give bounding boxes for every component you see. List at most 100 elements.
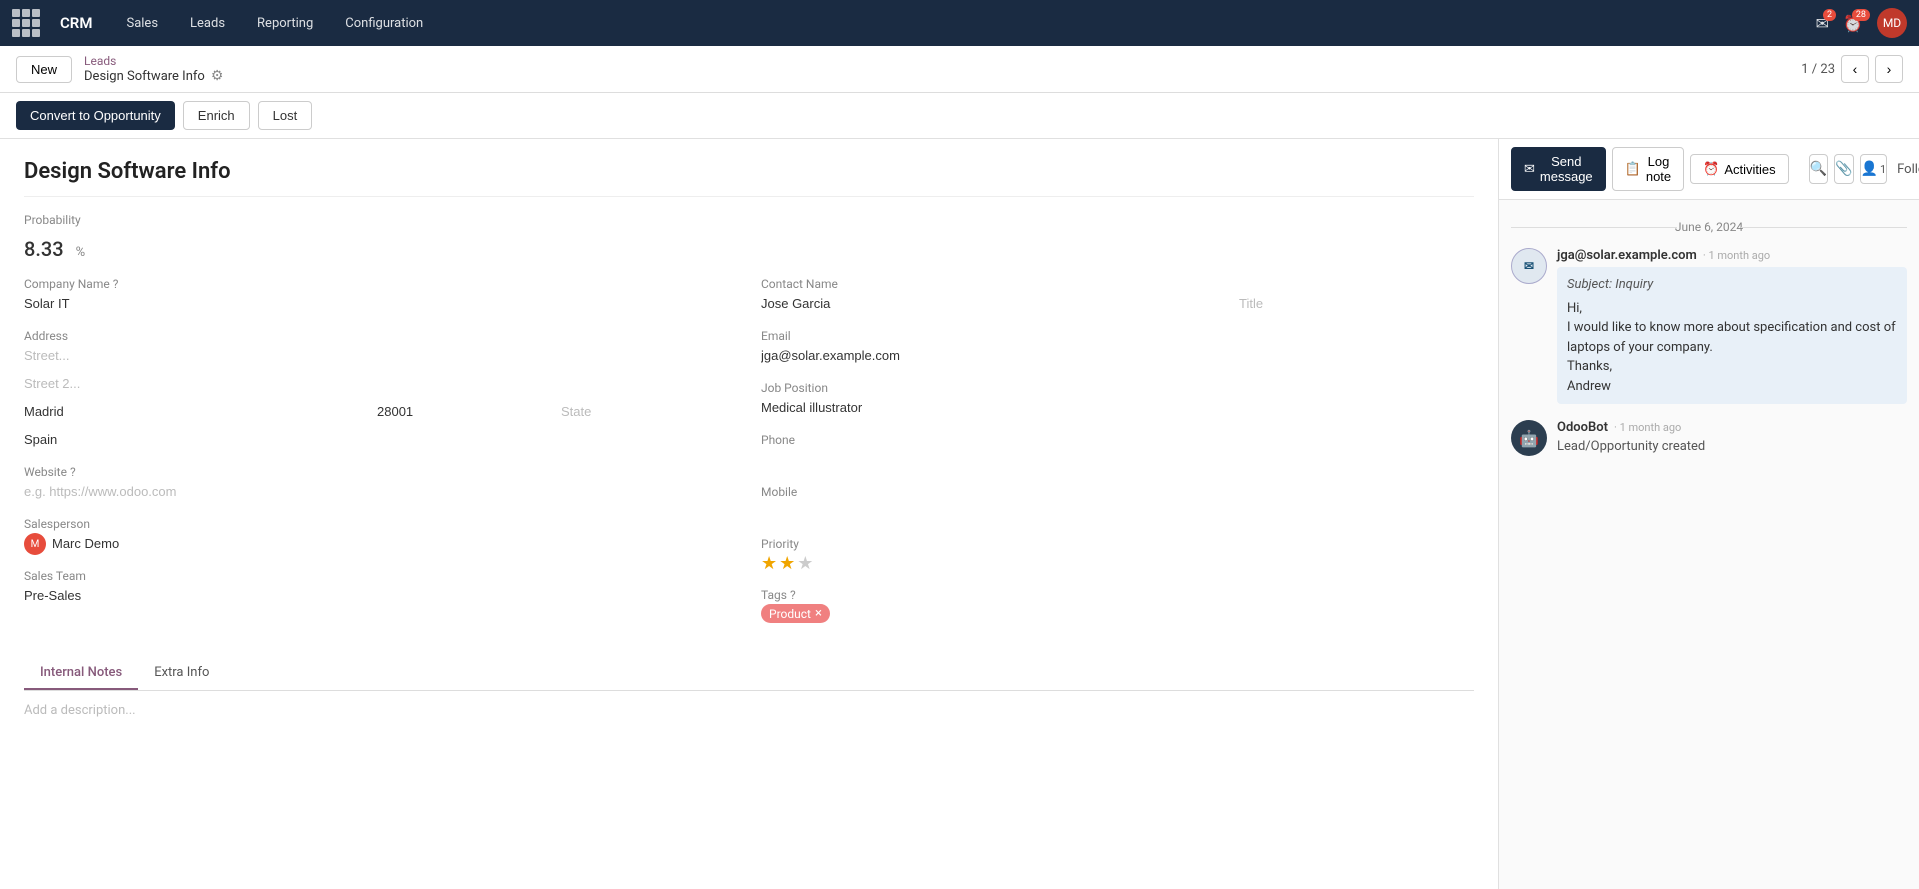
tags-label: Tags ? (761, 588, 1474, 602)
salesperson-input[interactable] (52, 533, 228, 555)
email-input[interactable] (761, 345, 1474, 367)
state-input[interactable] (561, 401, 737, 423)
address-group: Address (24, 329, 737, 451)
follow-button[interactable]: Follow (1897, 162, 1919, 177)
followers-count: 1 (1880, 163, 1886, 176)
contact-name-group: Contact Name (761, 277, 1474, 315)
tab-internal-notes[interactable]: Internal Notes (24, 657, 138, 690)
phone-input[interactable] (761, 449, 1474, 471)
mobile-label: Mobile (761, 485, 1474, 499)
enrich-button[interactable]: Enrich (183, 101, 250, 130)
breadcrumb-parent[interactable]: Leads (84, 54, 223, 68)
street-input[interactable] (24, 345, 737, 367)
message-bot-sender: OdooBot (1557, 420, 1608, 435)
city-input[interactable] (24, 401, 369, 423)
sales-team-input[interactable] (24, 585, 737, 607)
tags-group: Tags ? Product × (761, 588, 1474, 623)
probability-value[interactable]: 8.33 (24, 237, 64, 261)
pagination-text: 1 / 23 (1801, 62, 1835, 77)
followers-button[interactable]: 👤 1 (1860, 154, 1888, 184)
website-group: Website ? (24, 465, 737, 503)
nav-item-sales[interactable]: Sales (120, 12, 164, 35)
user-avatar[interactable]: MD (1877, 8, 1907, 38)
pagination: 1 / 23 ‹ › (1801, 55, 1903, 83)
pagination-next-button[interactable]: › (1875, 55, 1903, 83)
send-message-label: Send message (1540, 154, 1593, 184)
chat-icon-btn[interactable]: ✉ 2 (1816, 14, 1829, 33)
company-name-input[interactable] (24, 293, 737, 315)
star-3[interactable]: ★ (797, 553, 813, 574)
website-label: Website ? (24, 465, 737, 479)
date-separator: June 6, 2024 (1511, 220, 1907, 234)
convert-to-opportunity-button[interactable]: Convert to Opportunity (16, 101, 175, 130)
chat-badge: 2 (1823, 9, 1836, 21)
message-email-time: · 1 month ago (1703, 249, 1770, 262)
address-fields (24, 345, 737, 451)
nav-item-configuration[interactable]: Configuration (339, 12, 429, 35)
probability-unit: % (76, 245, 86, 260)
zip-input[interactable] (377, 401, 553, 423)
contact-name-label: Contact Name (761, 277, 1474, 291)
priority-group: Priority ★ ★ ★ (761, 537, 1474, 574)
chatter-panel: ✉ Send message 📋 Log note ⏰ Activities 🔍… (1499, 139, 1919, 889)
attachment-button[interactable]: 📎 (1834, 154, 1853, 184)
website-input[interactable] (24, 481, 737, 503)
record-title[interactable]: Design Software Info (24, 159, 1474, 197)
activity-badge: 28 (1852, 9, 1870, 21)
apps-menu-icon[interactable] (12, 9, 40, 37)
sales-team-group: Sales Team (24, 569, 737, 607)
message-bot-text: Lead/Opportunity created (1557, 439, 1907, 454)
job-position-label: Job Position (761, 381, 1474, 395)
message-item-bot: 🤖 OdooBot · 1 month ago Lead/Opportunity… (1511, 420, 1907, 456)
mobile-input[interactable] (761, 501, 1474, 523)
lost-button[interactable]: Lost (258, 101, 313, 130)
chatter-actions: ✉ Send message 📋 Log note ⏰ Activities 🔍… (1499, 139, 1919, 200)
settings-gear-icon[interactable]: ⚙ (211, 68, 224, 84)
phone-label: Phone (761, 433, 1474, 447)
new-button[interactable]: New (16, 56, 72, 83)
address-label: Address (24, 329, 737, 343)
nav-icons: ✉ 2 ⏰ 28 MD (1816, 8, 1907, 38)
country-input[interactable] (24, 429, 737, 451)
job-position-input[interactable] (761, 397, 1474, 419)
email-label: Email (761, 329, 1474, 343)
pagination-prev-button[interactable]: ‹ (1841, 55, 1869, 83)
priority-stars[interactable]: ★ ★ ★ (761, 553, 1474, 574)
nav-item-leads[interactable]: Leads (184, 12, 231, 35)
tag-product: Product × (761, 604, 830, 623)
activities-label: Activities (1724, 162, 1775, 177)
activity-icon-btn[interactable]: ⏰ 28 (1843, 14, 1863, 33)
street2-input[interactable] (24, 373, 737, 395)
star-1[interactable]: ★ (761, 553, 777, 574)
message-email-sender: jga@solar.example.com (1557, 248, 1697, 263)
title-input[interactable] (1239, 293, 1474, 315)
log-note-icon: 📋 (1625, 161, 1641, 177)
activities-button[interactable]: ⏰ Activities (1690, 154, 1788, 184)
nav-brand[interactable]: CRM (60, 14, 92, 32)
salesperson-avatar: M (24, 533, 46, 555)
phone-group: Phone (761, 433, 1474, 471)
nav-item-reporting[interactable]: Reporting (251, 12, 319, 35)
probability-label: Probability (24, 213, 124, 227)
search-chatter-button[interactable]: 🔍 (1809, 154, 1828, 184)
tabs-bar: Internal Notes Extra Info (24, 657, 1474, 691)
message-email-content: Subject: Inquiry Hi, I would like to kno… (1557, 267, 1907, 404)
send-message-button[interactable]: ✉ Send message (1511, 147, 1606, 191)
tab-extra-info[interactable]: Extra Info (138, 657, 225, 690)
contact-name-input[interactable] (761, 293, 1231, 315)
tags-field: Product × (761, 604, 1474, 623)
action-bar: Convert to Opportunity Enrich Lost (0, 93, 1919, 139)
sales-team-label: Sales Team (24, 569, 737, 583)
log-note-button[interactable]: 📋 Log note (1612, 147, 1684, 191)
tag-remove-icon[interactable]: × (815, 606, 822, 621)
description-area[interactable]: Add a description... (24, 691, 1474, 730)
company-name-help-icon: ? (113, 277, 119, 291)
star-2[interactable]: ★ (779, 553, 795, 574)
mobile-group: Mobile (761, 485, 1474, 523)
form-right-col: Contact Name Email Job Position Phone (761, 277, 1474, 637)
message-bot-avatar: 🤖 (1511, 420, 1547, 456)
salesperson-row: M (24, 533, 737, 555)
message-email-avatar: ✉ (1511, 248, 1547, 284)
salesperson-group: Salesperson M (24, 517, 737, 555)
top-nav: CRM Sales Leads Reporting Configuration … (0, 0, 1919, 46)
